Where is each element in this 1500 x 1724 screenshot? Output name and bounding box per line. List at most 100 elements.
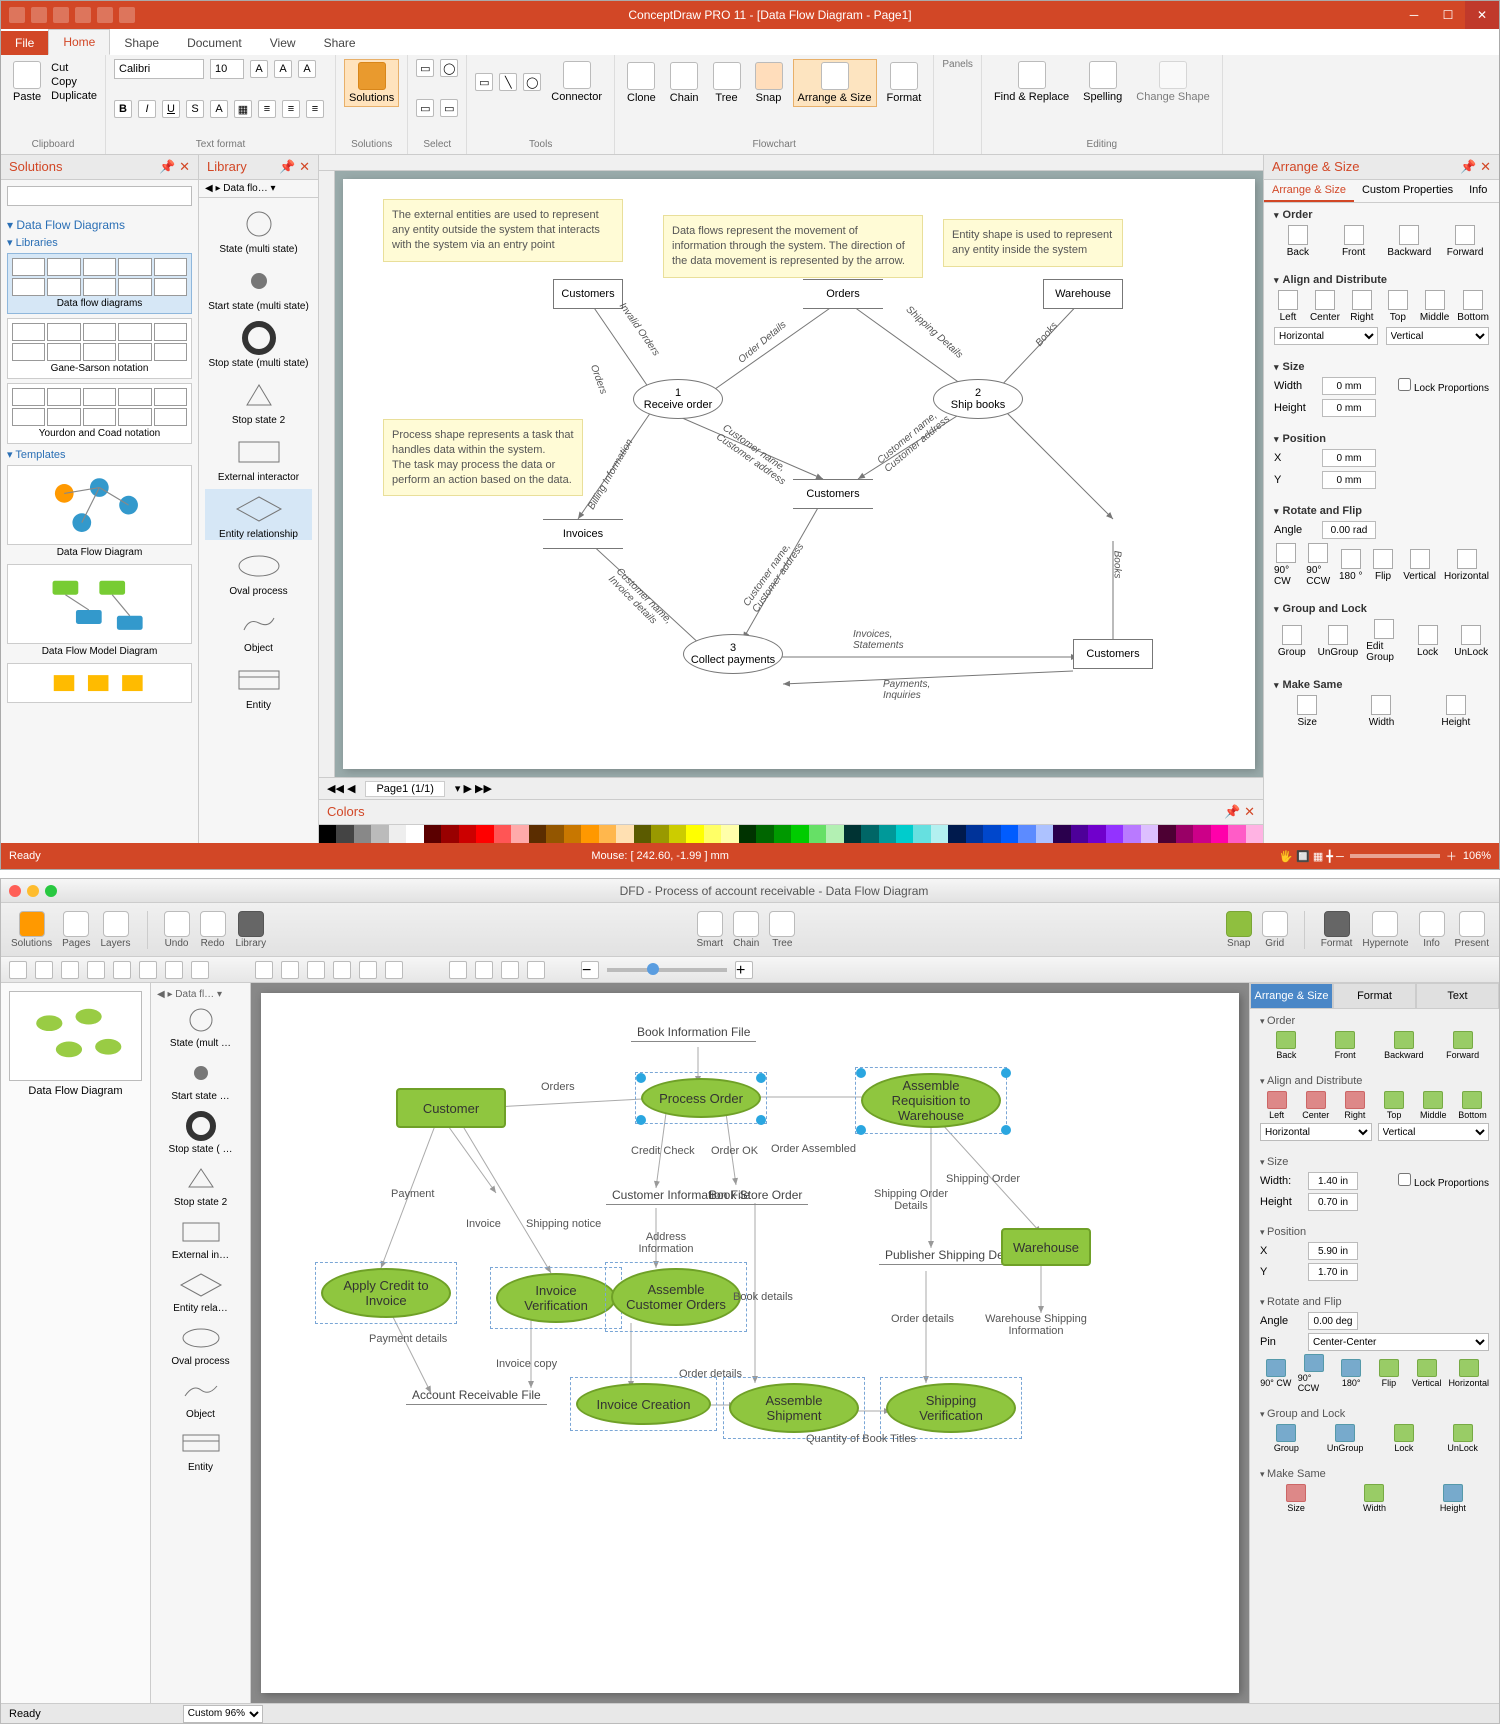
color-swatch[interactable] — [686, 825, 703, 843]
dist-v-select[interactable]: Vertical — [1386, 327, 1490, 345]
select-icon[interactable]: ▭ — [416, 99, 434, 117]
m-ungroup[interactable]: UnGroup — [1319, 1424, 1372, 1453]
color-swatch[interactable] — [1211, 825, 1228, 843]
section-position[interactable]: Position — [1274, 433, 1489, 445]
same-size[interactable]: Size — [1274, 695, 1340, 728]
tb-layers[interactable]: Layers — [101, 911, 131, 949]
zoom-out-icon[interactable]: − — [581, 961, 599, 979]
order-backward[interactable]: Backward — [1386, 225, 1434, 258]
m-same-size[interactable]: Size — [1260, 1484, 1332, 1513]
dist-h-select[interactable]: Horizontal — [1274, 327, 1378, 345]
m-flip[interactable]: Flip — [1373, 1359, 1405, 1388]
tb-info[interactable]: Info — [1419, 911, 1445, 949]
color-swatch[interactable] — [1193, 825, 1210, 843]
color-swatch[interactable] — [844, 825, 861, 843]
tool-icon[interactable] — [61, 961, 79, 979]
shape-invoices[interactable]: Invoices — [543, 519, 623, 549]
color-swatches[interactable] — [319, 825, 1263, 843]
tb-snap[interactable]: Snap — [1226, 911, 1252, 949]
shape-warehouse[interactable]: Warehouse — [1043, 279, 1123, 309]
lib-entity-rel[interactable]: Entity relationship — [205, 489, 312, 540]
color-swatch[interactable] — [389, 825, 406, 843]
change-shape-button[interactable]: Change Shape — [1132, 59, 1213, 105]
tool-icon[interactable] — [87, 961, 105, 979]
color-swatch[interactable] — [1246, 825, 1263, 843]
format-button[interactable]: Format — [883, 60, 926, 106]
tb-tree[interactable]: Tree — [769, 911, 795, 949]
node-invoice-creation[interactable]: Invoice Creation — [576, 1383, 711, 1425]
tool-icon[interactable] — [359, 961, 377, 979]
color-swatch[interactable] — [1176, 825, 1193, 843]
color-swatch[interactable] — [948, 825, 965, 843]
lock-prop[interactable]: Lock Proportions — [1398, 378, 1489, 394]
m-align-middle[interactable]: Middle — [1417, 1091, 1450, 1120]
tab-shape[interactable]: Shape — [110, 31, 173, 55]
m-align-top[interactable]: Top — [1378, 1091, 1411, 1120]
mac-zoom-select[interactable]: Custom 96% — [183, 1705, 263, 1723]
connector-button[interactable]: Connector — [547, 59, 606, 105]
panel-pin-icon[interactable]: 📌 ✕ — [1224, 804, 1255, 820]
order-forward[interactable]: Forward — [1441, 225, 1489, 258]
section-same[interactable]: Make Same — [1274, 679, 1489, 691]
color-swatch[interactable] — [1018, 825, 1035, 843]
align-center-icon[interactable]: ≡ — [282, 100, 300, 118]
align-left[interactable]: Left — [1274, 290, 1302, 323]
tab-file[interactable]: File — [1, 31, 48, 55]
lasso-icon[interactable]: ◯ — [440, 59, 458, 77]
chain-button[interactable]: Chain — [666, 60, 703, 106]
zoom-in-icon[interactable]: + — [735, 961, 753, 979]
page-nav-prev[interactable]: ◀◀ ◀ — [327, 782, 355, 795]
bold-button[interactable]: B — [114, 100, 132, 118]
color-swatch[interactable] — [1036, 825, 1053, 843]
libraries-heading[interactable]: ▾ Libraries — [7, 236, 192, 249]
color-swatch[interactable] — [336, 825, 353, 843]
align-center[interactable]: Center — [1310, 290, 1340, 323]
flip-h[interactable]: Horizontal — [1444, 549, 1489, 582]
mlib-oval[interactable]: Oval process — [155, 1320, 246, 1367]
lib-block-dfd[interactable]: Data flow diagrams — [7, 253, 192, 314]
color-swatch[interactable] — [529, 825, 546, 843]
clear-format-icon[interactable]: A — [298, 60, 316, 78]
color-swatch[interactable] — [1088, 825, 1105, 843]
color-swatch[interactable] — [651, 825, 668, 843]
zoom-icon[interactable] — [527, 961, 545, 979]
color-swatch[interactable] — [494, 825, 511, 843]
align-left-icon[interactable]: ≡ — [258, 100, 276, 118]
lib-external[interactable]: External interactor — [205, 432, 312, 483]
template-thumb[interactable] — [7, 465, 192, 545]
m-align-right[interactable]: Right — [1338, 1091, 1371, 1120]
artab-info[interactable]: Info — [1461, 180, 1495, 202]
maximize-button[interactable]: ☐ — [1431, 1, 1465, 29]
x-input[interactable] — [1322, 449, 1376, 467]
mlib-entity[interactable]: Entity — [155, 1426, 246, 1473]
rot-cw[interactable]: 90° CW — [1274, 543, 1298, 587]
color-swatch[interactable] — [459, 825, 476, 843]
color-swatch[interactable] — [476, 825, 493, 843]
tb-present[interactable]: Present — [1455, 911, 1489, 949]
lib-entity[interactable]: Entity — [205, 660, 312, 711]
color-swatch[interactable] — [826, 825, 843, 843]
tool-icon[interactable] — [281, 961, 299, 979]
align-right[interactable]: Right — [1348, 290, 1376, 323]
mac-zoom-button[interactable] — [45, 885, 57, 897]
highlight-button[interactable]: ▦ — [234, 100, 252, 118]
m-forward[interactable]: Forward — [1436, 1031, 1489, 1060]
spelling-button[interactable]: Spelling — [1079, 59, 1126, 105]
snap-button[interactable]: Snap — [751, 60, 787, 106]
lib-object[interactable]: Object — [205, 603, 312, 654]
color-swatch[interactable] — [511, 825, 528, 843]
color-swatch[interactable] — [546, 825, 563, 843]
align-top[interactable]: Top — [1384, 290, 1412, 323]
select-icon[interactable]: ▭ — [440, 99, 458, 117]
lib-block-yourdon[interactable]: Yourdon and Coad notation — [7, 383, 192, 444]
font-select[interactable] — [114, 59, 204, 79]
tool-icon[interactable] — [165, 961, 183, 979]
color-swatch[interactable] — [879, 825, 896, 843]
node-assemble-ship[interactable]: Assemble Shipment — [729, 1383, 859, 1433]
editgroup-btn[interactable]: Edit Group — [1366, 619, 1402, 663]
paste-button[interactable]: Paste — [9, 59, 45, 105]
msection-size[interactable]: Size — [1260, 1156, 1489, 1168]
color-swatch[interactable] — [1158, 825, 1175, 843]
tool-icon[interactable] — [191, 961, 209, 979]
tool-icon[interactable] — [255, 961, 273, 979]
